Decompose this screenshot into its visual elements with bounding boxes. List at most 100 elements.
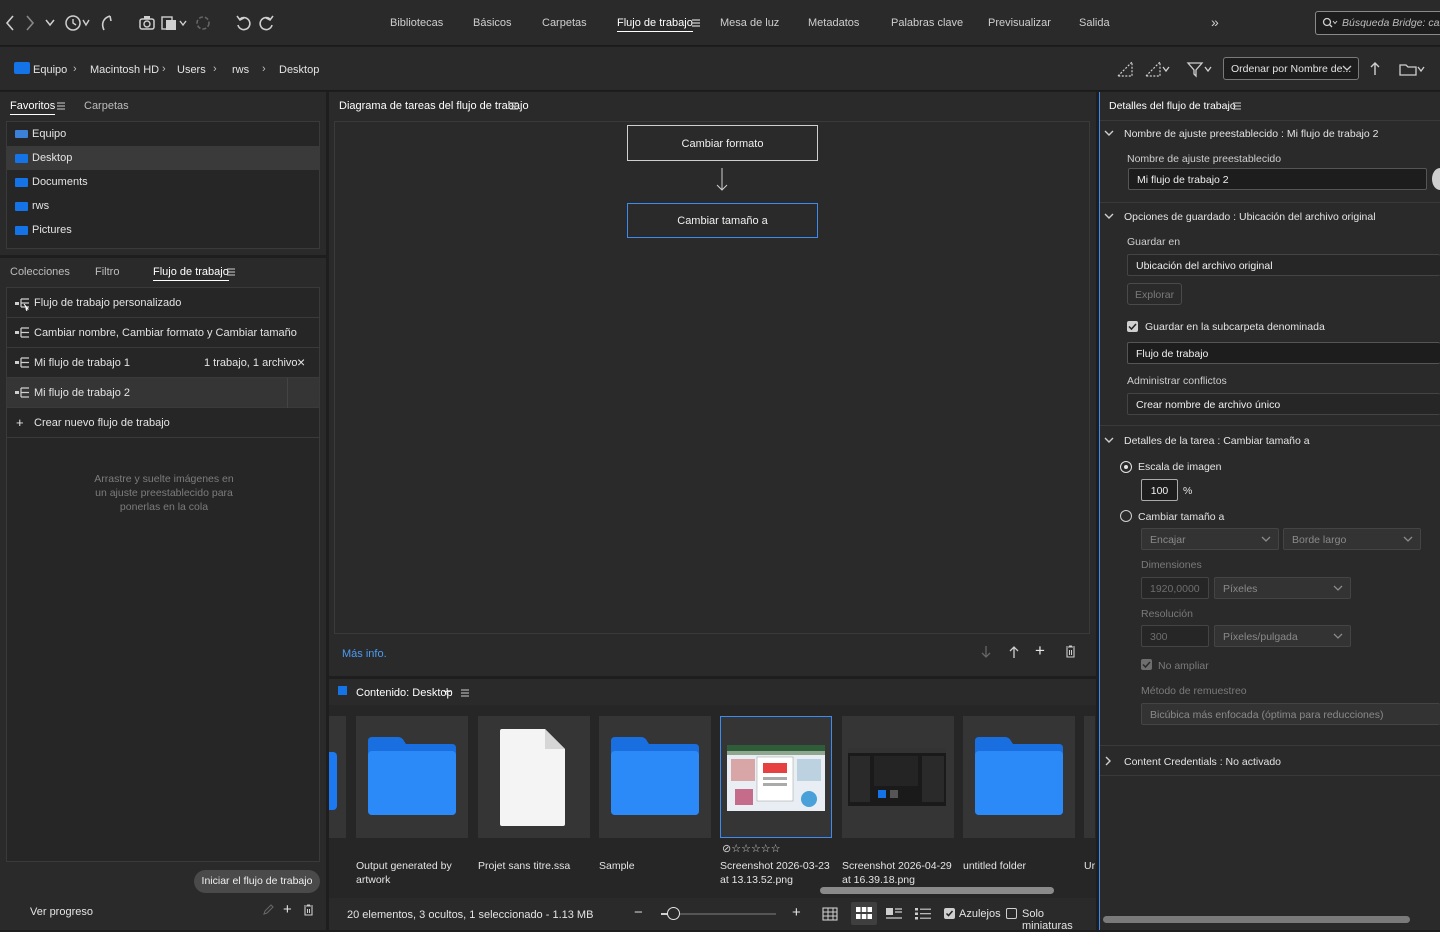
breadcrumb-desktop[interactable]: Desktop — [279, 64, 319, 76]
task-details-section-header[interactable]: Detalles de la tarea : Cambiar tamaño a — [1124, 435, 1310, 447]
zoom-out-icon[interactable]: − — [634, 904, 643, 921]
workflow-item[interactable]: Cambiar nombre, Cambiar formato y Cambia… — [7, 318, 319, 348]
add-tab-icon[interactable]: + — [443, 683, 451, 699]
fit-dropdown[interactable]: Encajar — [1141, 528, 1279, 550]
thumbnails-only-checkbox[interactable] — [1006, 908, 1017, 919]
sort-ascending-icon[interactable] — [1368, 60, 1382, 78]
subfolder-checkbox[interactable] — [1127, 321, 1138, 332]
sort-dropdown[interactable]: Ordenar por Nombre de... — [1223, 57, 1359, 80]
thumbnail-partial[interactable] — [329, 716, 346, 838]
breadcrumb-users[interactable]: Users — [177, 64, 206, 76]
zoom-slider-handle[interactable] — [666, 907, 680, 920]
breadcrumb-equipo[interactable]: Equipo — [33, 64, 67, 76]
panel-menu-icon[interactable] — [509, 101, 519, 111]
panel-menu-icon[interactable] — [1232, 101, 1242, 111]
chevron-right-icon[interactable] — [1103, 756, 1113, 766]
trash-icon[interactable] — [303, 904, 314, 916]
chevron-down-icon[interactable] — [1104, 128, 1114, 138]
view-progress-link[interactable]: Ver progreso — [30, 906, 93, 918]
reject-icon[interactable]: ⊘ — [722, 843, 731, 855]
move-up-icon[interactable] — [1008, 645, 1020, 659]
search-input[interactable]: Búsqueda Bridge: carpe — [1315, 11, 1440, 35]
more-info-link[interactable]: Más info. — [342, 648, 387, 660]
favorite-item-desktop[interactable]: Desktop — [7, 146, 319, 170]
breadcrumb-macintosh-hd[interactable]: Macintosh HD — [90, 64, 159, 76]
browse-button[interactable]: Explorar — [1127, 283, 1183, 305]
resize-radio[interactable] — [1120, 510, 1132, 522]
workspace-basicos[interactable]: Básicos — [473, 17, 512, 29]
panel-menu-icon[interactable] — [56, 101, 66, 111]
favorite-item-rws[interactable]: rws — [7, 194, 319, 218]
workflow-item[interactable]: Mi flujo de trabajo 1 1 trabajo, 1 archi… — [7, 348, 319, 378]
stack-icon[interactable] — [160, 13, 188, 33]
chevron-down-icon[interactable] — [1104, 211, 1114, 221]
rotate-right-icon[interactable] — [256, 13, 276, 33]
workspace-menu-icon[interactable] — [690, 13, 710, 33]
thumbnail-item[interactable] — [478, 716, 590, 838]
workspace-bibliotecas[interactable]: Bibliotecas — [390, 17, 443, 29]
save-options-section-header[interactable]: Opciones de guardado : Ubicación del arc… — [1124, 211, 1376, 223]
breadcrumb-rws[interactable]: rws — [232, 64, 249, 76]
workspace-metadatos[interactable]: Metadatos — [808, 17, 859, 29]
more-workspaces-icon[interactable]: » — [1211, 14, 1219, 30]
favorite-item-pictures[interactable]: Pictures — [7, 218, 319, 242]
add-task-icon[interactable]: + — [1035, 641, 1045, 661]
task-box-cambiar-tamano[interactable]: Cambiar tamaño a — [627, 203, 818, 238]
scale-radio[interactable] — [1120, 461, 1132, 473]
workspace-salida[interactable]: Salida — [1079, 17, 1110, 29]
view-thumbnails-button[interactable] — [851, 902, 877, 925]
boomerang-icon[interactable] — [98, 13, 118, 33]
thumbnail-item[interactable] — [963, 716, 1075, 838]
save-in-dropdown[interactable]: Ubicación del archivo original — [1127, 254, 1440, 276]
panel-menu-icon[interactable] — [226, 267, 236, 277]
resolution-unit-dropdown[interactable]: Píxeles/pulgada — [1214, 625, 1351, 647]
workspace-previsualizar[interactable]: Previsualizar — [988, 17, 1051, 29]
camera-icon[interactable] — [138, 13, 158, 33]
chevron-down-icon[interactable] — [1104, 435, 1114, 445]
rotate-left-icon[interactable] — [234, 13, 254, 33]
thumbnail-item[interactable] — [356, 716, 468, 838]
start-workflow-button[interactable]: Iniciar el flujo de trabajo — [194, 870, 320, 893]
back-icon[interactable] — [4, 13, 24, 33]
workflow-item-selected[interactable]: Mi flujo de trabajo 2 — [7, 378, 319, 408]
view-list-icon[interactable] — [915, 908, 931, 920]
panel-menu-icon[interactable] — [460, 688, 470, 698]
tab-colecciones[interactable]: Colecciones — [10, 266, 70, 278]
thumbnail-item[interactable] — [842, 716, 954, 838]
no-enlarge-checkbox[interactable] — [1141, 659, 1152, 670]
tab-flujo-de-trabajo[interactable]: Flujo de trabajo — [153, 266, 229, 281]
forward-icon[interactable] — [24, 13, 44, 33]
tab-favoritos[interactable]: Favoritos — [10, 100, 56, 115]
content-scrollbar[interactable] — [820, 887, 1054, 894]
close-icon[interactable]: × — [297, 354, 305, 370]
preset-section-header[interactable]: Nombre de ajuste preestablecido : Mi flu… — [1124, 128, 1378, 140]
edge-dropdown[interactable]: Borde largo — [1283, 528, 1421, 550]
dimensions-unit-dropdown[interactable]: Píxeles — [1214, 577, 1351, 599]
workspace-palabras-clave[interactable]: Palabras clave — [891, 17, 963, 29]
thumbnail-partial[interactable] — [1084, 716, 1095, 838]
sort-filter-icon[interactable] — [1144, 60, 1172, 78]
recent-icon[interactable] — [64, 13, 92, 33]
workflow-item[interactable]: Flujo de trabajo personalizado — [7, 288, 319, 318]
zoom-in-icon[interactable]: + — [792, 904, 801, 921]
favorite-item-equipo[interactable]: Equipo — [7, 122, 319, 146]
add-icon[interactable]: + — [283, 901, 292, 918]
filter-icon[interactable] — [1186, 60, 1216, 78]
thumbnail-item[interactable] — [599, 716, 711, 838]
subfolder-name-input[interactable]: Flujo de trabajo — [1127, 342, 1440, 364]
scale-input[interactable]: 100 — [1141, 479, 1178, 501]
workspace-mesa-de-luz[interactable]: Mesa de luz — [720, 17, 779, 29]
resolution-input[interactable]: 300 — [1141, 625, 1209, 647]
preset-name-input[interactable]: Mi flujo de trabajo 2 — [1128, 168, 1427, 190]
conflicts-dropdown[interactable]: Crear nombre de archivo único — [1127, 393, 1440, 415]
resample-dropdown[interactable]: Bicúbica más enfocada (óptima para reduc… — [1141, 703, 1440, 725]
dimensions-input[interactable]: 1920,0000 — [1141, 577, 1209, 599]
refine-icon[interactable] — [194, 13, 214, 33]
workspace-carpetas[interactable]: Carpetas — [542, 17, 587, 29]
create-workflow-button[interactable]: + Crear nuevo flujo de trabajo — [7, 408, 319, 438]
open-recent-folder-icon[interactable] — [1398, 60, 1428, 78]
tab-filtro[interactable]: Filtro — [95, 266, 119, 278]
thumbnail-item-selected[interactable] — [720, 716, 832, 838]
tiles-checkbox[interactable] — [944, 908, 955, 919]
trash-icon[interactable] — [1065, 645, 1076, 658]
